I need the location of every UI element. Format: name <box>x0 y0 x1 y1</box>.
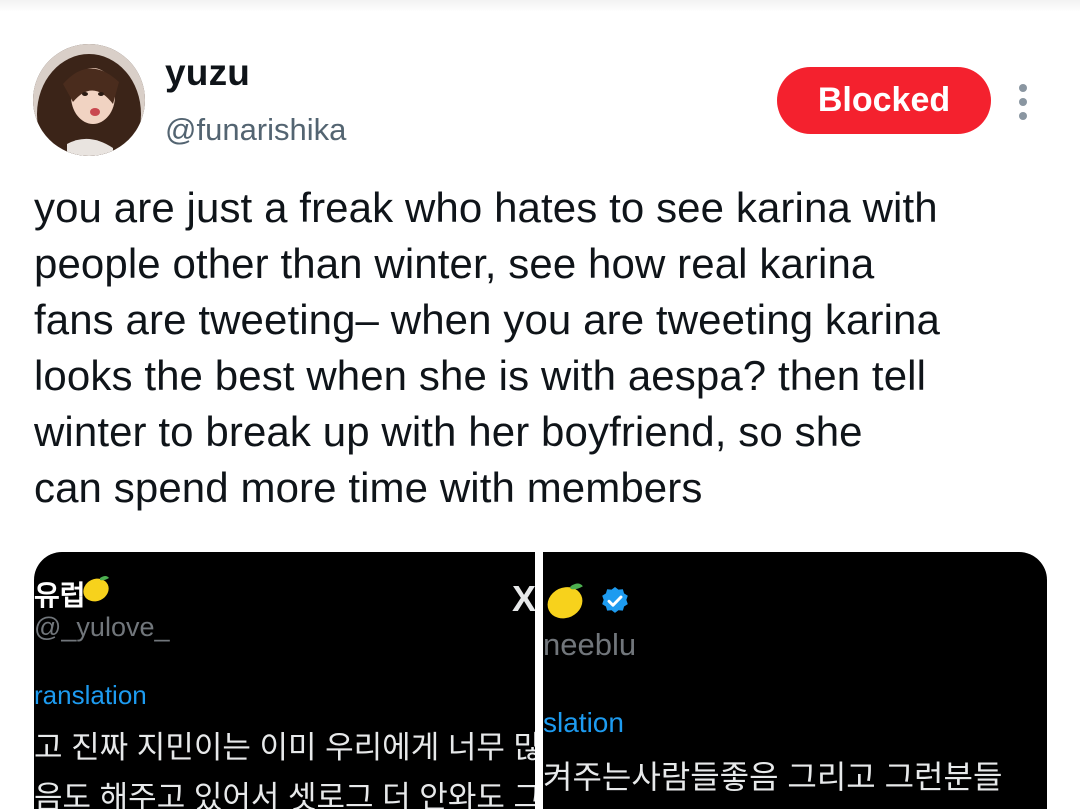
embedded-handle: neeblu <box>543 627 637 662</box>
embedded-handle: @_yulove_ <box>34 612 170 642</box>
media-image-left[interactable]: 유럽 @_yulove_ X ranslation 고 진짜 지민이는 이미 우… <box>34 552 571 809</box>
embedded-translation-label: ranslation <box>34 680 147 710</box>
lemon-emoji-icon <box>543 578 587 627</box>
x-logo-icon: X <box>512 578 537 619</box>
blocked-button[interactable]: Blocked <box>777 67 991 134</box>
vertical-ellipsis-icon[interactable] <box>1005 80 1041 124</box>
media-image-right[interactable]: neeblu slation 켜주는사람들좋음 그리고 그런분들 <box>543 552 1047 809</box>
username-handle[interactable]: @funarishika <box>165 112 346 148</box>
embedded-translation-label: slation <box>543 707 624 738</box>
tweet: yuzu @funarishika Blocked you are just a… <box>0 0 1080 809</box>
display-name[interactable]: yuzu <box>165 52 250 94</box>
tweet-media[interactable]: 유럽 @_yulove_ X ranslation 고 진짜 지민이는 이미 우… <box>34 552 1047 809</box>
embedded-korean-line: 고 진짜 지민이는 이미 우리에게 너무 많 <box>34 730 542 765</box>
embedded-name: 유럽 <box>34 580 86 611</box>
tweet-text: you are just a freak who hates to see ka… <box>34 184 940 511</box>
media-divider <box>535 552 543 809</box>
lemon-emoji-icon <box>80 572 112 609</box>
verified-badge-icon <box>599 585 631 622</box>
avatar[interactable] <box>33 44 145 156</box>
embedded-korean-line: 켜주는사람들좋음 그리고 그런분들 <box>543 759 1003 795</box>
embedded-korean-line: 음도 해주고 있어서 셋로그 더 안와도 그동 <box>34 780 571 809</box>
